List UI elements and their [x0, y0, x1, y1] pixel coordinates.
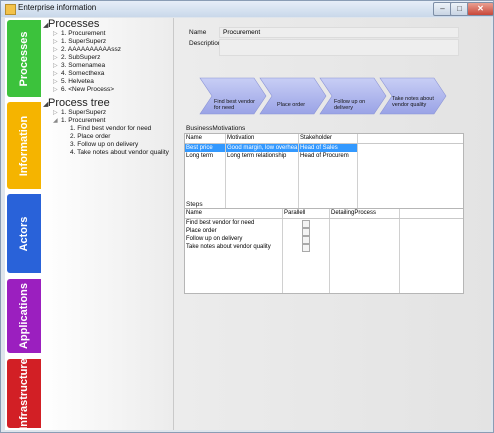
column-header[interactable]: Stakeholder — [299, 134, 357, 142]
flow-step-label: Follow up on delivery — [334, 99, 366, 111]
process-list-item[interactable]: ▷ 6. <New Process> — [53, 86, 114, 93]
grid-header-row: Name Parallell DetailingProcess — [185, 209, 463, 219]
tab-label: Processes — [18, 30, 30, 87]
process-list-item[interactable]: ▷ 5. Helvetea — [53, 78, 94, 85]
tree-node[interactable]: 3. Follow up on delivery — [70, 141, 138, 148]
detail-panel: Name Procurement Description Find best v… — [174, 18, 491, 430]
column-header[interactable]: Motivation — [226, 134, 298, 142]
tab-actors[interactable]: Actors — [7, 194, 41, 273]
tab-label: Actors — [18, 216, 30, 251]
table-row[interactable]: Find best vendor for need — [185, 219, 463, 228]
name-field[interactable]: Procurement — [219, 27, 459, 38]
name-label: Name — [189, 29, 207, 36]
flow-step-label: Take notes about vendor quality — [392, 96, 434, 108]
column-header[interactable]: Name — [185, 134, 225, 142]
title-bar: Enterprise information – □ ✕ — [1, 1, 494, 17]
description-field[interactable] — [219, 39, 459, 56]
navigation-panel: ◢ Processes ▷ 1. Procurement ▷ 1. SuperSup… — [41, 18, 174, 430]
processes-heading: Processes — [48, 18, 100, 30]
expander-icon[interactable]: ▷ — [53, 38, 61, 45]
client-area: Processes Information Actors Application… — [5, 18, 491, 430]
tab-label: Applications — [18, 282, 30, 350]
parallel-checkbox[interactable] — [302, 244, 310, 252]
tab-information[interactable]: Information — [7, 102, 41, 189]
tree-node[interactable]: ▷ 1. SuperSuperz — [53, 109, 106, 116]
table-cell[interactable]: Head of Procurem — [299, 152, 357, 160]
expander-icon[interactable]: ▷ — [53, 62, 61, 69]
expander-icon[interactable]: ▷ — [53, 86, 61, 93]
tab-processes[interactable]: Processes — [7, 20, 41, 97]
expander-icon[interactable]: ▷ — [53, 54, 61, 61]
table-cell[interactable]: Place order — [185, 227, 282, 235]
table-row[interactable]: Long term Long term relationship Head of… — [185, 152, 463, 160]
table-cell[interactable]: Best price — [185, 144, 225, 152]
process-list-item[interactable]: ▷ 4. Somecthexa — [53, 70, 104, 77]
flow-step-label: Find best vendor for need — [214, 99, 255, 111]
tree-node[interactable]: ◢ 1. Procurement — [53, 117, 105, 124]
expander-icon[interactable]: ▷ — [53, 46, 61, 53]
window-title: Enterprise information — [18, 3, 97, 12]
table-row[interactable]: Best price Good margin, low overhea Head… — [185, 144, 463, 152]
column-header[interactable]: DetailingProcess — [330, 209, 399, 217]
table-cell[interactable]: Take notes about vendor quality — [185, 243, 282, 251]
table-cell[interactable]: Good margin, low overhea — [226, 144, 298, 152]
expander-icon[interactable]: ◢ — [53, 117, 61, 124]
steps-grid: Name Parallell DetailingProcess Find bes… — [184, 208, 464, 294]
column-header[interactable]: Parallell — [283, 209, 329, 217]
grid-header-row: Name Motivation Stakeholder — [185, 134, 463, 144]
tree-node[interactable]: 4. Take notes about vendor quality — [70, 149, 169, 156]
process-list-item[interactable]: ▷ 2. AAAAAAAAAAssz — [53, 46, 121, 53]
tab-label: Information — [18, 115, 30, 176]
application-window: Enterprise information – □ ✕ Processes I… — [0, 0, 494, 433]
business-motivations-title: BusinessMotivations — [186, 125, 246, 132]
tab-infrastructure[interactable]: Infrastructure — [7, 357, 41, 430]
table-cell[interactable]: Follow up on delivery — [185, 235, 282, 243]
process-list-item[interactable]: ▷ 2. SubSuperz — [53, 54, 100, 61]
flow-step-label: Place order — [277, 102, 306, 108]
table-cell[interactable]: Find best vendor for need — [185, 219, 282, 227]
table-cell[interactable]: Long term — [185, 152, 225, 160]
expander-icon[interactable]: ▷ — [53, 30, 61, 37]
tree-node[interactable]: 2. Place order — [70, 133, 110, 140]
process-list-item[interactable]: ▷ 3. Somenamea — [53, 62, 105, 69]
table-row[interactable]: Follow up on delivery — [185, 235, 463, 244]
tab-applications[interactable]: Applications — [7, 279, 41, 353]
expander-icon[interactable]: ▷ — [53, 78, 61, 85]
process-list-item[interactable]: ▷ 1. SuperSuperz — [53, 38, 106, 45]
description-label: Description — [189, 40, 222, 47]
table-row[interactable]: Take notes about vendor quality — [185, 243, 463, 252]
flow-step-shape[interactable] — [259, 77, 327, 115]
table-row[interactable]: Place order — [185, 227, 463, 236]
category-tabs: Processes Information Actors Application… — [5, 18, 41, 430]
expander-icon[interactable]: ▷ — [53, 70, 61, 77]
table-cell[interactable]: Long term relationship — [226, 152, 298, 160]
process-list-item[interactable]: ▷ 1. Procurement — [53, 30, 105, 37]
tab-label: Infrastructure — [18, 357, 30, 430]
table-cell[interactable]: Head of Sales — [299, 144, 357, 152]
column-header[interactable]: Name — [185, 209, 282, 217]
business-motivations-grid: Name Motivation Stakeholder Best price G… — [184, 133, 464, 209]
process-tree-heading: Process tree — [48, 97, 110, 109]
app-icon — [5, 4, 16, 15]
expander-icon[interactable]: ▷ — [53, 109, 61, 116]
steps-title: Steps — [186, 201, 203, 208]
tree-node[interactable]: 1. Find best vendor for need — [70, 125, 151, 132]
close-button[interactable]: ✕ — [467, 2, 494, 16]
